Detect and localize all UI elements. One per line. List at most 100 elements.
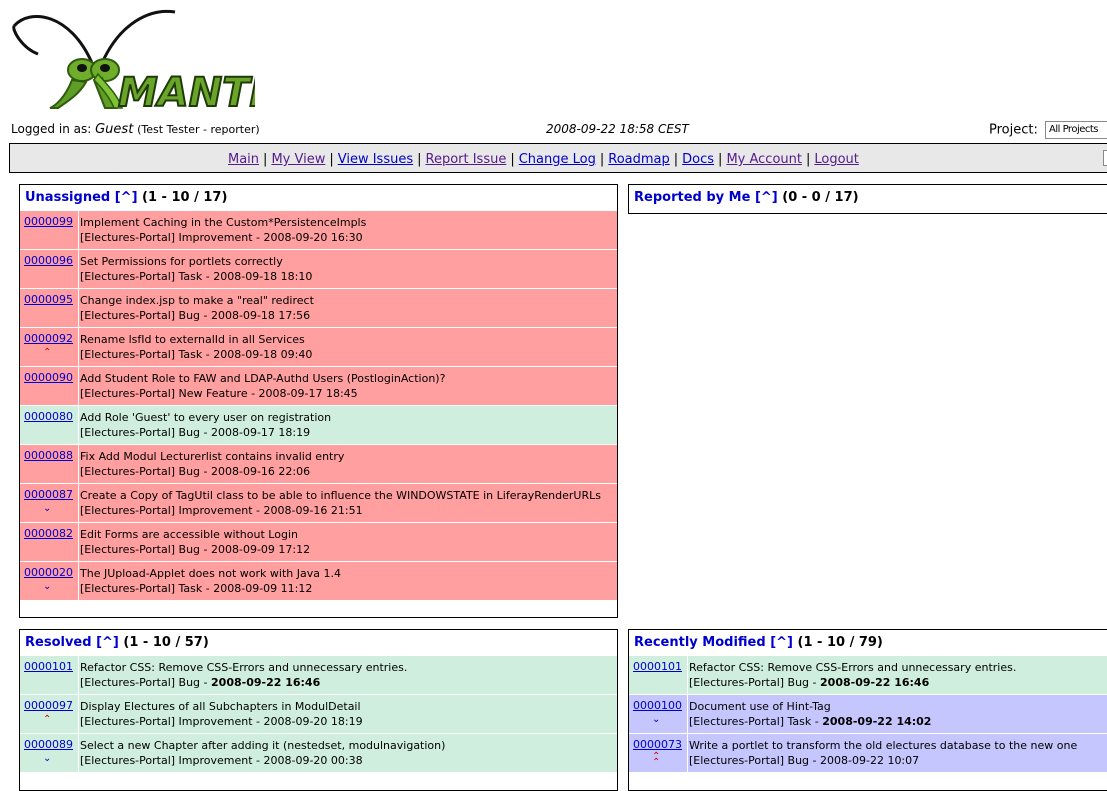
- issue-id-link[interactable]: 0000100: [633, 699, 682, 712]
- issue-row: 0000097 ⌃ Display Electures of all Subchap…: [20, 694, 617, 733]
- issue-id-link[interactable]: 0000020: [24, 566, 73, 579]
- issue-id-link[interactable]: 0000089: [24, 738, 73, 751]
- issue-meta: [Electures-Portal] Bug -: [689, 676, 821, 689]
- issue-id-cell: 0000097 ⌃: [20, 695, 80, 733]
- issue-text: Implement Caching in the Custom*Persiste…: [80, 211, 617, 249]
- issue-text: Set Permissions for portlets correctly [E…: [80, 250, 617, 288]
- menu-roadmap[interactable]: Roadmap: [608, 152, 670, 167]
- issue-row: 0000092 ⌃ Rename lsfId to externalId in al…: [20, 327, 617, 366]
- issue-row: 0000073 ⌃ ⌃ Write a portlet to transform th…: [629, 733, 1107, 772]
- issue-summary: Select a new Chapter after adding it (ne…: [80, 739, 446, 752]
- username: Guest: [95, 122, 134, 137]
- issue-id-cell: 0000088: [20, 445, 80, 483]
- recent-box: Recently Modified [^] (1 - 10 / 79) 0000…: [628, 629, 1107, 791]
- issue-id-link[interactable]: 0000099: [24, 215, 73, 228]
- issue-id-cell: 0000095: [20, 289, 80, 327]
- resolved-header: Resolved [^] (1 - 10 / 57): [20, 630, 617, 655]
- issue-id-link[interactable]: 0000095: [24, 293, 73, 306]
- issue-updated: 2008-09-20 00:38: [263, 754, 363, 767]
- reported-box: Reported by Me [^] (0 - 0 / 17): [628, 184, 1107, 214]
- menu-view-issues[interactable]: View Issues: [338, 152, 413, 167]
- issue-meta: [Electures-Portal] Task - 2008-09-09 11:…: [80, 582, 313, 595]
- issue-id-link[interactable]: 0000080: [24, 410, 73, 423]
- issue-updated: 2008-09-22 10:07: [820, 754, 920, 767]
- issue-id-link[interactable]: 0000096: [24, 254, 73, 267]
- issue-text: Display Electures of all Subchapters in …: [80, 695, 617, 733]
- issue-id-cell: 0000100 ⌄: [629, 695, 689, 733]
- issue-meta: [Electures-Portal] Improvement - 2008-09…: [80, 504, 363, 517]
- recent-count: (1 - 10 / 79): [797, 635, 883, 650]
- reported-title[interactable]: Reported by Me: [634, 190, 750, 205]
- priority-low-icon: ⌄: [43, 503, 52, 514]
- unassigned-title[interactable]: Unassigned: [25, 190, 110, 205]
- issue-row: 0000089 ⌄ Select a new Chapter after addin…: [20, 733, 617, 772]
- issue-id-link[interactable]: 0000088: [24, 449, 73, 462]
- recent-link[interactable]: [^]: [770, 635, 793, 650]
- project-label: Project:: [989, 122, 1038, 138]
- issue-text: Add Role 'Guest' to every user on regist…: [80, 406, 617, 444]
- issue-id-cell: 0000020 ⌄: [20, 562, 80, 600]
- menu-my-account[interactable]: My Account: [726, 152, 802, 167]
- issue-id-cell: 0000087 ⌄: [20, 484, 80, 522]
- issue-id-link[interactable]: 0000082: [24, 527, 73, 540]
- menu-my-view[interactable]: My View: [271, 152, 325, 167]
- issue-summary: Display Electures of all Subchapters in …: [80, 700, 361, 713]
- issue-id-link[interactable]: 0000090: [24, 371, 73, 384]
- issue-id-cell: 0000099: [20, 211, 80, 249]
- menu-change-log[interactable]: Change Log: [519, 152, 596, 167]
- menu-main[interactable]: Main: [228, 152, 259, 167]
- mantis-logo[interactable]: MANTIS: [10, 8, 294, 117]
- issue-row: 0000101 Refactor CSS: Remove CSS-Errors a…: [20, 655, 617, 694]
- menu-logout[interactable]: Logout: [814, 152, 859, 167]
- unassigned-list: 0000099 Implement Caching in the Custom*P…: [20, 210, 617, 600]
- issue-id-link[interactable]: 0000092: [24, 332, 73, 345]
- issue-text: Refactor CSS: Remove CSS-Errors and unne…: [80, 656, 617, 694]
- issue-meta: [Electures-Portal] Improvement - 2008-09…: [80, 231, 363, 244]
- menu-docs[interactable]: Docs: [682, 152, 714, 167]
- issue-meta: [Electures-Portal] Task -: [689, 715, 823, 728]
- issue-text: Document use of Hint-Tag [Electures-Porta…: [689, 695, 1107, 733]
- issue-summary: Implement Caching in the Custom*Persiste…: [80, 216, 367, 229]
- issue-id-cell: 0000092 ⌃: [20, 328, 80, 366]
- issue-id-link[interactable]: 0000087: [24, 488, 73, 501]
- issue-id-link[interactable]: 0000073: [633, 738, 682, 751]
- project-select[interactable]: All Projects: [1045, 121, 1107, 139]
- issue-id-cell: 0000101: [20, 656, 80, 694]
- login-bar: Logged in as: Guest (Test Tester - repor…: [11, 121, 1107, 139]
- issue-meta: [Electures-Portal] Bug -: [689, 754, 821, 767]
- issue-meta: [Electures-Portal] Improvement -: [80, 715, 264, 728]
- issue-text: The JUpload-Applet does not work with Ja…: [80, 562, 617, 600]
- issue-row: 0000020 ⌄ The JUpload-Applet does not work…: [20, 561, 617, 600]
- main-menu: Main | My View | View Issues | Report Issue | Ch…: [9, 143, 1107, 173]
- issue-meta: [Electures-Portal] Bug - 2008-09-18 17:5…: [80, 309, 311, 322]
- issue-id-cell: 0000080: [20, 406, 80, 444]
- issue-meta: [Electures-Portal] Improvement -: [80, 754, 264, 767]
- issue-row: 0000099 Implement Caching in the Custom*P…: [20, 210, 617, 249]
- issue-row: 0000090 Add Student Role to FAW and LDAP-…: [20, 366, 617, 405]
- issue-text: Write a portlet to transform the old ele…: [689, 734, 1107, 772]
- issue-row: 0000080 Add Role 'Guest' to every user on…: [20, 405, 617, 444]
- unassigned-link[interactable]: [^]: [115, 190, 138, 205]
- user-detail: (Test Tester - reporter): [137, 123, 260, 136]
- reported-link[interactable]: [^]: [755, 190, 778, 205]
- issue-summary: Change index.jsp to make a "real" redire…: [80, 294, 314, 307]
- issue-summary: Add Student Role to FAW and LDAP-Authd U…: [80, 372, 446, 385]
- menu-report-issue[interactable]: Report Issue: [426, 152, 507, 167]
- login-info: Logged in as: Guest (Test Tester - repor…: [11, 122, 260, 137]
- issue-summary: Set Permissions for portlets correctly: [80, 255, 283, 268]
- resolved-title[interactable]: Resolved: [25, 635, 92, 650]
- issue-id-link[interactable]: 0000101: [633, 660, 682, 673]
- issue-summary: Refactor CSS: Remove CSS-Errors and unne…: [80, 661, 408, 674]
- issue-id-link[interactable]: 0000101: [24, 660, 73, 673]
- recent-title[interactable]: Recently Modified: [634, 635, 766, 650]
- unassigned-header: Unassigned [^] (1 - 10 / 17): [20, 185, 617, 210]
- issue-summary: Document use of Hint-Tag: [689, 700, 831, 713]
- priority-low-icon: ⌄: [43, 753, 52, 764]
- current-datetime: 2008-09-22 18:58 CEST: [546, 122, 689, 136]
- issue-id-link[interactable]: 0000097: [24, 699, 73, 712]
- issue-text: Create a Copy of TagUtil class to be abl…: [80, 484, 617, 522]
- issue-row: 0000095 Change index.jsp to make a "real"…: [20, 288, 617, 327]
- jump-to-issue-input[interactable]: [1103, 150, 1107, 166]
- mantis-logo-image: MANTIS: [12, 9, 294, 117]
- resolved-link[interactable]: [^]: [96, 635, 119, 650]
